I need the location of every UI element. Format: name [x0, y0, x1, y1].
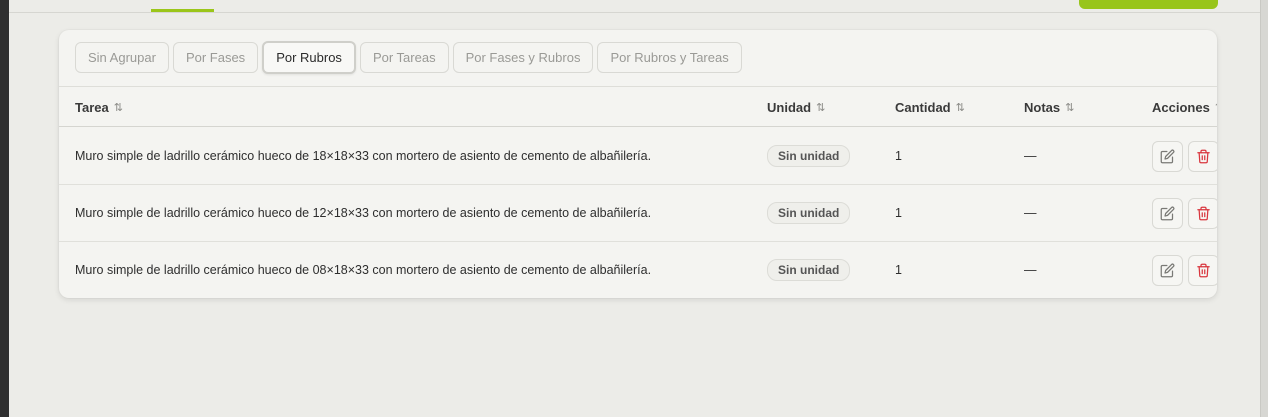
cell-acciones: [1152, 128, 1217, 184]
cell-cantidad: 1: [895, 263, 902, 277]
delete-button[interactable]: [1188, 140, 1217, 172]
cell-tarea: Muro simple de ladrillo cerámico hueco d…: [75, 149, 652, 163]
delete-button[interactable]: [1188, 197, 1217, 229]
trash-icon: [1197, 263, 1210, 277]
column-header-notas[interactable]: Notas ⇅: [1024, 87, 1074, 127]
cell-tarea: Muro simple de ladrillo cerámico hueco d…: [75, 206, 652, 220]
unit-badge: Sin unidad: [767, 145, 851, 167]
tab-bar-divider: [9, 12, 1260, 13]
cell-unidad: Sin unidad: [767, 185, 851, 241]
edit-button[interactable]: [1152, 254, 1183, 286]
cell-notas: —: [1024, 263, 1037, 277]
group-option-por-fases-y-rubros[interactable]: Por Fases y Rubros: [452, 42, 594, 73]
column-header-label: Acciones: [1152, 99, 1210, 115]
cell-cantidad: 1: [895, 206, 902, 220]
edit-button[interactable]: [1152, 140, 1183, 172]
group-option-por-rubros[interactable]: Por Rubros: [262, 41, 356, 74]
cell-notas: —: [1024, 149, 1037, 163]
column-header-tarea[interactable]: Tarea ⇅: [75, 87, 123, 127]
group-option-sin-agrupar[interactable]: Sin Agrupar: [75, 42, 169, 73]
column-header-acciones[interactable]: Acciones ⇅: [1152, 87, 1217, 127]
trash-icon: [1197, 206, 1210, 220]
primary-action-button[interactable]: [1079, 0, 1218, 9]
cell-acciones: [1152, 185, 1217, 241]
tasks-table-card: Sin Agrupar Por Fases Por Rubros Por Tar…: [59, 30, 1217, 298]
scrollbar[interactable]: [1260, 0, 1268, 417]
unit-badge: Sin unidad: [767, 259, 851, 281]
trash-icon: [1197, 149, 1210, 163]
group-option-por-tareas[interactable]: Por Tareas: [359, 42, 449, 73]
cell-unidad: Sin unidad: [767, 128, 851, 184]
table-header: Tarea ⇅ Unidad ⇅ Cantidad ⇅ Notas ⇅ Acci…: [59, 86, 1217, 127]
edit-button[interactable]: [1152, 197, 1183, 229]
column-header-label: Notas: [1024, 99, 1061, 115]
sort-icon[interactable]: ⇅: [1215, 101, 1217, 114]
cell-unidad: Sin unidad: [767, 242, 851, 298]
cell-cantidad: 1: [895, 149, 902, 163]
sort-icon[interactable]: ⇅: [1065, 101, 1074, 114]
column-header-unidad[interactable]: Unidad ⇅: [767, 87, 825, 127]
sort-icon[interactable]: ⇅: [114, 101, 123, 114]
column-header-cantidad[interactable]: Cantidad ⇅: [895, 87, 965, 127]
delete-button[interactable]: [1188, 254, 1217, 286]
table-row: Muro simple de ladrillo cerámico hueco d…: [59, 128, 1217, 185]
active-tab-indicator: [151, 9, 214, 12]
edit-icon: [1160, 149, 1175, 163]
edit-icon: [1160, 206, 1175, 220]
sort-icon[interactable]: ⇅: [956, 101, 965, 114]
column-header-label: Tarea: [75, 99, 109, 115]
table-row: Muro simple de ladrillo cerámico hueco d…: [59, 242, 1217, 298]
group-option-por-fases[interactable]: Por Fases: [172, 42, 259, 73]
cell-acciones: [1152, 242, 1217, 298]
group-option-por-rubros-y-tareas[interactable]: Por Rubros y Tareas: [597, 42, 742, 73]
unit-badge: Sin unidad: [767, 202, 851, 224]
table-row: Muro simple de ladrillo cerámico hueco d…: [59, 185, 1217, 242]
sort-icon[interactable]: ⇅: [816, 101, 825, 114]
edit-icon: [1160, 263, 1175, 277]
cell-tarea: Muro simple de ladrillo cerámico hueco d…: [75, 263, 652, 277]
column-header-label: Unidad: [767, 99, 812, 115]
left-panel-edge: [0, 0, 9, 417]
cell-notas: —: [1024, 206, 1037, 220]
column-header-label: Cantidad: [895, 99, 951, 115]
grouping-toggle-bar: Sin Agrupar Por Fases Por Rubros Por Tar…: [75, 41, 742, 74]
